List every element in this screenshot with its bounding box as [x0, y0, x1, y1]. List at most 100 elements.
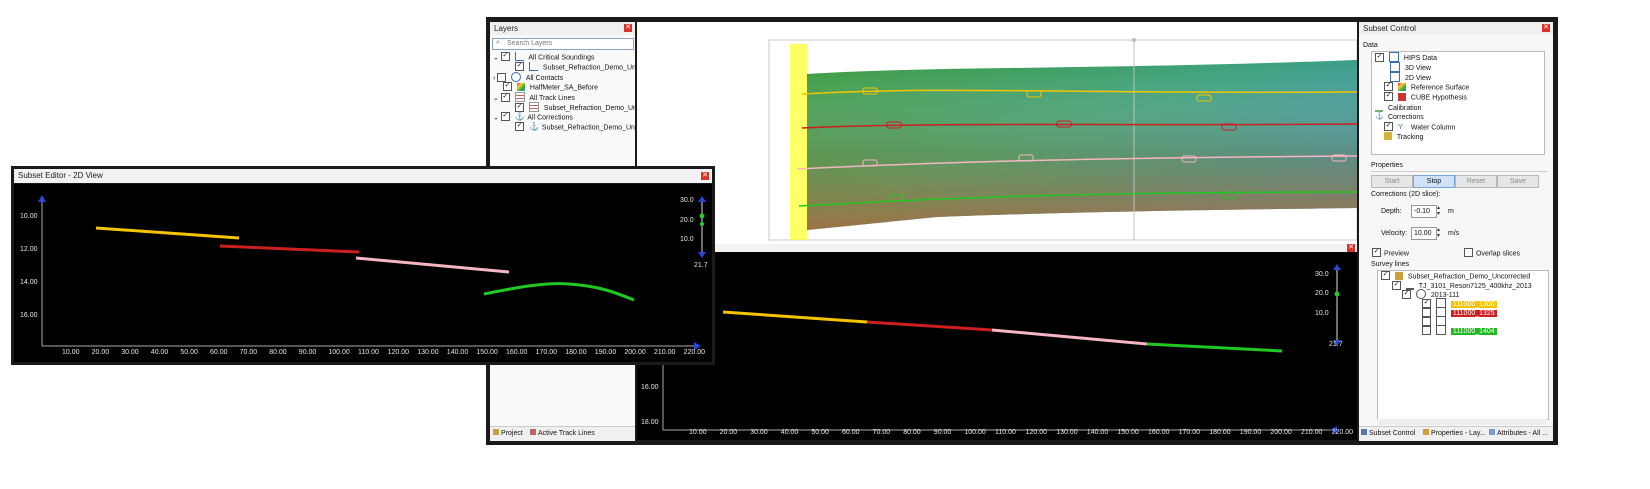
subset-icon — [1361, 429, 1367, 435]
reset-button[interactable]: Reset — [1455, 175, 1497, 188]
layer-row-subset-track-lines[interactable]: ✓ Subset_Refraction_Demo_Un... — [515, 102, 643, 113]
layer-row-subset-soundings[interactable]: ✓ Subset_Refraction_Demo_Un... — [515, 62, 642, 73]
x-tick: 40.00 — [150, 349, 169, 356]
depth-spinner[interactable]: ▴ ▾ — [1437, 205, 1443, 217]
layer-checkbox[interactable]: ✓ — [515, 122, 524, 131]
tab-properties[interactable]: Properties - Lay... — [1423, 428, 1486, 440]
tree-checkbox[interactable]: ✓ — [1384, 122, 1393, 131]
stop-button[interactable]: Stop — [1413, 175, 1455, 188]
day-icon — [1415, 289, 1426, 299]
tab-project[interactable]: Project — [493, 428, 523, 440]
x-tick: 160.00 — [506, 349, 528, 356]
data-section-label: Data — [1363, 42, 1378, 49]
velocity-unit: m/s — [1448, 230, 1460, 237]
calibration-icon — [1375, 102, 1383, 112]
layer-checkbox[interactable]: ✓ — [500, 52, 510, 61]
x-tick: 160.00 — [1148, 429, 1170, 436]
layer-label: All Critical Soundings — [528, 54, 595, 62]
x-tick: 200.00 — [624, 349, 646, 356]
main-2d-editor[interactable]: ✕ 16.00 18.00 30.0 20.0 10.0 21.7 10.00 2… — [637, 244, 1357, 440]
velocity-spinner[interactable]: ▴ ▾ — [1437, 227, 1443, 239]
chevron-down-icon[interactable]: ⌄ — [493, 114, 499, 121]
layer-checkbox[interactable] — [497, 72, 507, 82]
contact-icon — [511, 72, 522, 82]
tree-checkbox[interactable]: ✓ — [1375, 52, 1384, 62]
tree-checkbox[interactable]: ✓ — [1384, 82, 1393, 91]
layer-label: HalfMeter_SA_Before — [529, 84, 598, 92]
x-tick: 10.00 — [689, 429, 707, 436]
survey-line-label-1325: 111000_1325 — [1450, 309, 1497, 317]
x-tick: 170.00 — [1178, 429, 1201, 436]
x-tick: 100.00 — [328, 349, 350, 356]
tab-active-track-lines[interactable]: Active Track Lines — [530, 428, 595, 440]
horizontal-scrollbar[interactable] — [1377, 419, 1547, 425]
x-tick: 50.00 — [180, 349, 198, 356]
surface-icon — [516, 82, 525, 91]
track-lines-icon — [514, 92, 525, 102]
scale-bottom: 21.7 — [694, 262, 708, 269]
layer-row-subset-corrections[interactable]: ✓ ⚓ Subset_Refraction_Demo_Un... — [515, 121, 641, 133]
x-tick: 220.00 — [683, 349, 706, 356]
depth-field[interactable]: -0.10 — [1411, 205, 1437, 218]
tree-checkbox[interactable]: ✓ — [1384, 92, 1393, 101]
overlap-checkbox[interactable] — [1464, 248, 1473, 257]
plan-view[interactable] — [637, 22, 1358, 244]
x-tick: 210.00 — [654, 349, 676, 356]
velocity-field[interactable]: 10.00 — [1411, 227, 1437, 240]
layer-checkbox[interactable]: ✓ — [500, 112, 510, 121]
ping-yellow — [722, 310, 868, 324]
tab-attributes[interactable]: Attributes - All ... — [1489, 428, 1548, 440]
vessel-icon — [1405, 280, 1414, 290]
properties-label: Properties — [1371, 162, 1403, 169]
editor-2d-close-button[interactable]: ✕ — [701, 172, 709, 180]
tree-water-column[interactable]: ✓ ϒ Water Column — [1384, 122, 1455, 133]
subset-control-close-button[interactable]: ✕ — [1542, 24, 1550, 32]
x-tick: 150.00 — [476, 349, 498, 356]
cube-icon — [1397, 92, 1406, 101]
layer-checkbox[interactable]: ✓ — [500, 92, 510, 102]
layer-checkbox[interactable]: ✓ — [503, 82, 512, 91]
chevron-down-icon[interactable]: ⌄ — [493, 95, 499, 102]
tab-subset-control[interactable]: Subset Control — [1361, 428, 1415, 440]
x-tick: 120.00 — [387, 349, 410, 356]
x-tick: 90.00 — [298, 349, 317, 356]
editor-2d-plot-area[interactable]: 10.00 12.00 14.00 16.00 30.0 20.0 10.0 2… — [14, 184, 712, 362]
layer-label: Subset_Refraction_Demo_Un... — [541, 124, 641, 132]
depth-label: Depth: — [1381, 208, 1402, 215]
layers-close-button[interactable]: ✕ — [624, 24, 632, 32]
save-button[interactable]: Save — [1497, 175, 1539, 188]
x-tick: 210.00 — [1301, 429, 1323, 436]
survey-line-1404[interactable]: 111000_1404 — [1422, 325, 1497, 336]
x-tick: 140.00 — [446, 349, 469, 356]
tree-tracking[interactable]: Tracking — [1384, 132, 1423, 143]
chevron-down-icon[interactable]: ⌄ — [493, 54, 499, 61]
x-tick: 130.00 — [1056, 429, 1078, 436]
main-scale-bottom: 21.7 — [1329, 341, 1343, 348]
layers-search-placeholder: Search Layers — [507, 40, 553, 47]
tree-2d-view[interactable]: 2D View — [1390, 72, 1431, 83]
project-icon — [493, 429, 499, 435]
layers-search-input[interactable]: ⌕ Search Layers — [492, 38, 634, 50]
tree-hips-data[interactable]: ✓ HIPS Data — [1375, 52, 1437, 63]
tree-reference-surface[interactable]: ✓ Reference Surface — [1384, 82, 1469, 93]
x-tick: 20.00 — [719, 429, 738, 436]
x-tick: 100.00 — [964, 429, 986, 436]
preview-checkbox[interactable]: ✓ — [1372, 248, 1381, 257]
velocity-label: Velocity: — [1381, 230, 1408, 237]
editor-2d-title: Subset Editor - 2D View — [18, 171, 103, 180]
layer-checkbox[interactable]: ✓ — [515, 62, 524, 71]
survey-lines-tree: ✓ Subset_Refraction_Demo_Uncorrected ✓ T… — [1377, 270, 1549, 420]
survey-line-label-1404: 111000_1404 — [1450, 327, 1497, 335]
x-tick: 20.00 — [91, 349, 110, 356]
preview-checkbox-row[interactable]: ✓ Preview — [1372, 248, 1409, 258]
subset-control-panel: Subset Control ✕ Data ✓ HIPS Data 3D Vie… — [1359, 22, 1553, 441]
overlap-checkbox-row[interactable]: Overlap slices — [1464, 248, 1520, 258]
chevron-right-icon[interactable]: › — [493, 75, 495, 82]
start-button[interactable]: Start — [1371, 175, 1413, 188]
layers-title: Layers — [494, 24, 519, 33]
tree-cube-hypothesis[interactable]: ✓ CUBE Hypothesis — [1384, 92, 1467, 103]
tree-corrections[interactable]: ⚓ Corrections — [1375, 113, 1424, 123]
layer-checkbox[interactable]: ✓ — [515, 102, 524, 112]
corrections-icon: ⚓ — [528, 121, 539, 131]
layer-row-critical-soundings[interactable]: ⌄ ✓ All Critical Soundings — [493, 52, 595, 63]
